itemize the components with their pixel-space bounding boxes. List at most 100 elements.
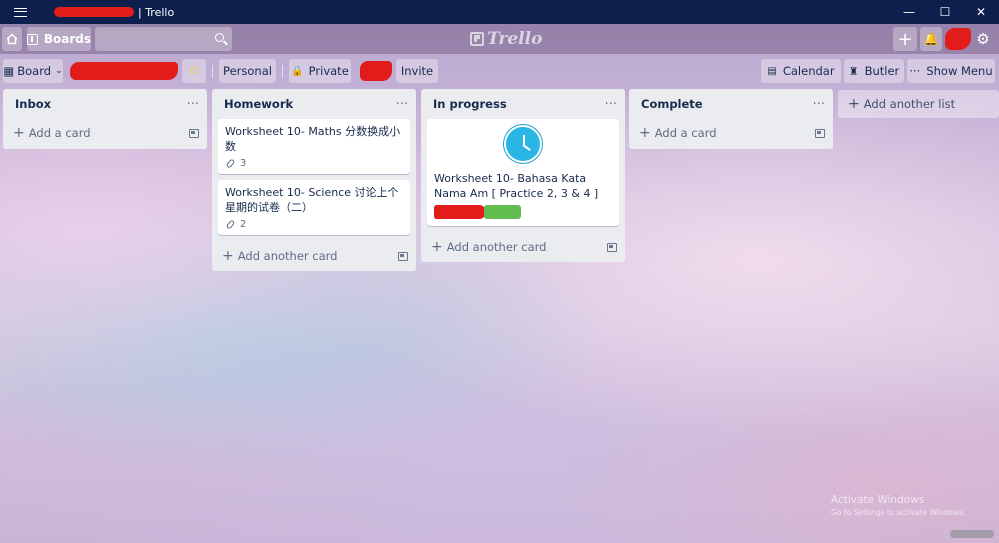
butler-icon: ♜ <box>848 64 859 78</box>
attachment-count: 2 <box>240 219 247 230</box>
card[interactable]: Worksheet 10- Bahasa Kata Nama Am [ Prac… <box>427 119 619 226</box>
maximize-button[interactable]: ☐ <box>927 0 963 24</box>
add-card-button[interactable]: + Add a card <box>629 119 833 149</box>
visibility-label: Private <box>308 64 349 78</box>
butler-label: Butler <box>864 64 900 78</box>
paperclip-icon <box>225 219 236 230</box>
card-template-icon[interactable] <box>815 128 825 138</box>
card-label-red <box>434 205 486 219</box>
lock-icon: 🔒 <box>291 65 304 77</box>
boards-button[interactable]: Boards <box>27 27 91 51</box>
paperclip-icon <box>225 158 236 169</box>
attachment-count: 3 <box>240 158 247 169</box>
add-card-label: Add another card <box>237 249 338 263</box>
list-header: Homework ··· <box>212 89 416 119</box>
search-icon[interactable] <box>215 33 224 42</box>
star-icon: ☆ <box>187 63 201 79</box>
more-icon: ··· <box>909 64 921 78</box>
close-button[interactable]: ✕ <box>963 0 999 24</box>
show-menu-label: Show Menu <box>926 64 993 78</box>
trello-logo[interactable]: Trello <box>470 29 542 49</box>
trello-logo-icon <box>470 32 484 46</box>
board-switcher-label: Board <box>17 64 52 78</box>
invite-button[interactable]: Invite <box>396 59 438 83</box>
scrollbar-thumb[interactable] <box>950 530 994 538</box>
card-template-icon[interactable] <box>189 128 199 138</box>
list-homework: Homework ··· Worksheet 10- Maths 分数换成小数 … <box>212 89 416 271</box>
attachment-badge: 3 <box>225 158 403 169</box>
chevron-down-icon: ⌄ <box>55 66 63 76</box>
list-header: Inbox ··· <box>3 89 207 119</box>
add-card-button[interactable]: + Add a card <box>3 119 207 149</box>
calendar-icon: ▤ <box>767 65 777 77</box>
board-icon: ▦ <box>3 64 15 78</box>
card-title: Worksheet 10- Maths 分数换成小数 <box>225 125 401 153</box>
visibility-button[interactable]: 🔒 Private <box>289 59 351 83</box>
trello-logo-text: Trello <box>487 29 543 49</box>
list-menu-icon[interactable]: ··· <box>813 97 825 112</box>
card[interactable]: Worksheet 10- Maths 分数换成小数 3 <box>218 119 410 174</box>
team-button[interactable]: Personal <box>219 59 276 83</box>
add-list-label: Add another list <box>863 97 956 111</box>
board-switcher-button[interactable]: ▦ Board ⌄ <box>3 59 63 83</box>
list-header: In progress ··· <box>421 89 625 119</box>
list-menu-icon[interactable]: ··· <box>396 97 408 112</box>
clock-icon <box>504 125 542 163</box>
hamburger-menu-icon[interactable] <box>0 0 40 24</box>
watermark-line-1: Activate Windows <box>831 494 925 506</box>
plus-icon: + <box>431 239 443 255</box>
home-button[interactable] <box>2 27 22 51</box>
avatar[interactable] <box>945 28 971 50</box>
calendar-label: Calendar <box>782 64 835 78</box>
list-complete: Complete ··· + Add a card <box>629 89 833 149</box>
board-name[interactable] <box>70 62 178 80</box>
card-template-icon[interactable] <box>607 242 617 252</box>
window-title: | Trello <box>54 6 174 19</box>
minimize-button[interactable]: — <box>891 0 927 24</box>
app-header: Boards Trello + 🔔 ⚙ <box>0 24 999 54</box>
list-menu-icon[interactable]: ··· <box>187 97 199 112</box>
list-title[interactable]: In progress <box>433 97 507 111</box>
window-controls: — ☐ ✕ <box>891 0 999 24</box>
watermark-line-2: Go to Settings to activate Windows. <box>831 508 966 517</box>
plus-icon: + <box>848 96 860 112</box>
boards-icon <box>27 33 38 45</box>
list-title[interactable]: Homework <box>224 97 293 111</box>
window-titlebar: | Trello — ☐ ✕ <box>0 0 999 24</box>
plus-icon: + <box>639 125 651 141</box>
create-button[interactable]: + <box>893 27 917 51</box>
star-button[interactable]: ☆ <box>182 59 206 83</box>
horizontal-scrollbar[interactable] <box>0 528 999 538</box>
show-menu-button[interactable]: ··· Show Menu <box>907 59 995 83</box>
calendar-button[interactable]: ▤ Calendar <box>761 59 841 83</box>
plus-icon: + <box>13 125 25 141</box>
list-title[interactable]: Inbox <box>15 97 51 111</box>
add-card-button[interactable]: + Add another card <box>421 232 625 262</box>
list-header: Complete ··· <box>629 89 833 119</box>
search-box[interactable] <box>95 27 232 51</box>
card-label-green <box>484 205 521 219</box>
card-labels <box>434 205 612 219</box>
notifications-bell-icon[interactable]: 🔔 <box>920 27 942 51</box>
home-icon <box>6 33 18 45</box>
add-card-button[interactable]: + Add another card <box>212 241 416 271</box>
search-input[interactable] <box>95 27 205 51</box>
add-card-label: Add another card <box>446 240 547 254</box>
add-card-label: Add a card <box>28 126 91 140</box>
card[interactable]: Worksheet 10- Science 讨论上个星期的试卷（二） 2 <box>218 180 410 235</box>
list-menu-icon[interactable]: ··· <box>605 97 617 112</box>
list-inbox: Inbox ··· + Add a card <box>3 89 207 149</box>
list-in-progress: In progress ··· Worksheet 10- Bahasa Kat… <box>421 89 625 262</box>
gear-icon[interactable]: ⚙ <box>972 27 994 51</box>
redacted-title <box>54 7 134 17</box>
card-template-icon[interactable] <box>398 251 408 261</box>
list-title[interactable]: Complete <box>641 97 703 111</box>
card-title: Worksheet 10- Bahasa Kata Nama Am [ Prac… <box>434 172 599 200</box>
butler-button[interactable]: ♜ Butler <box>844 59 904 83</box>
window-title-text: | Trello <box>138 5 175 19</box>
member-avatar[interactable] <box>360 61 392 81</box>
boards-label: Boards <box>43 32 91 46</box>
add-list-button[interactable]: + Add another list <box>838 90 999 118</box>
plus-icon: + <box>222 248 234 264</box>
activation-watermark: Activate Windows Go to Settings to activ… <box>831 494 965 517</box>
